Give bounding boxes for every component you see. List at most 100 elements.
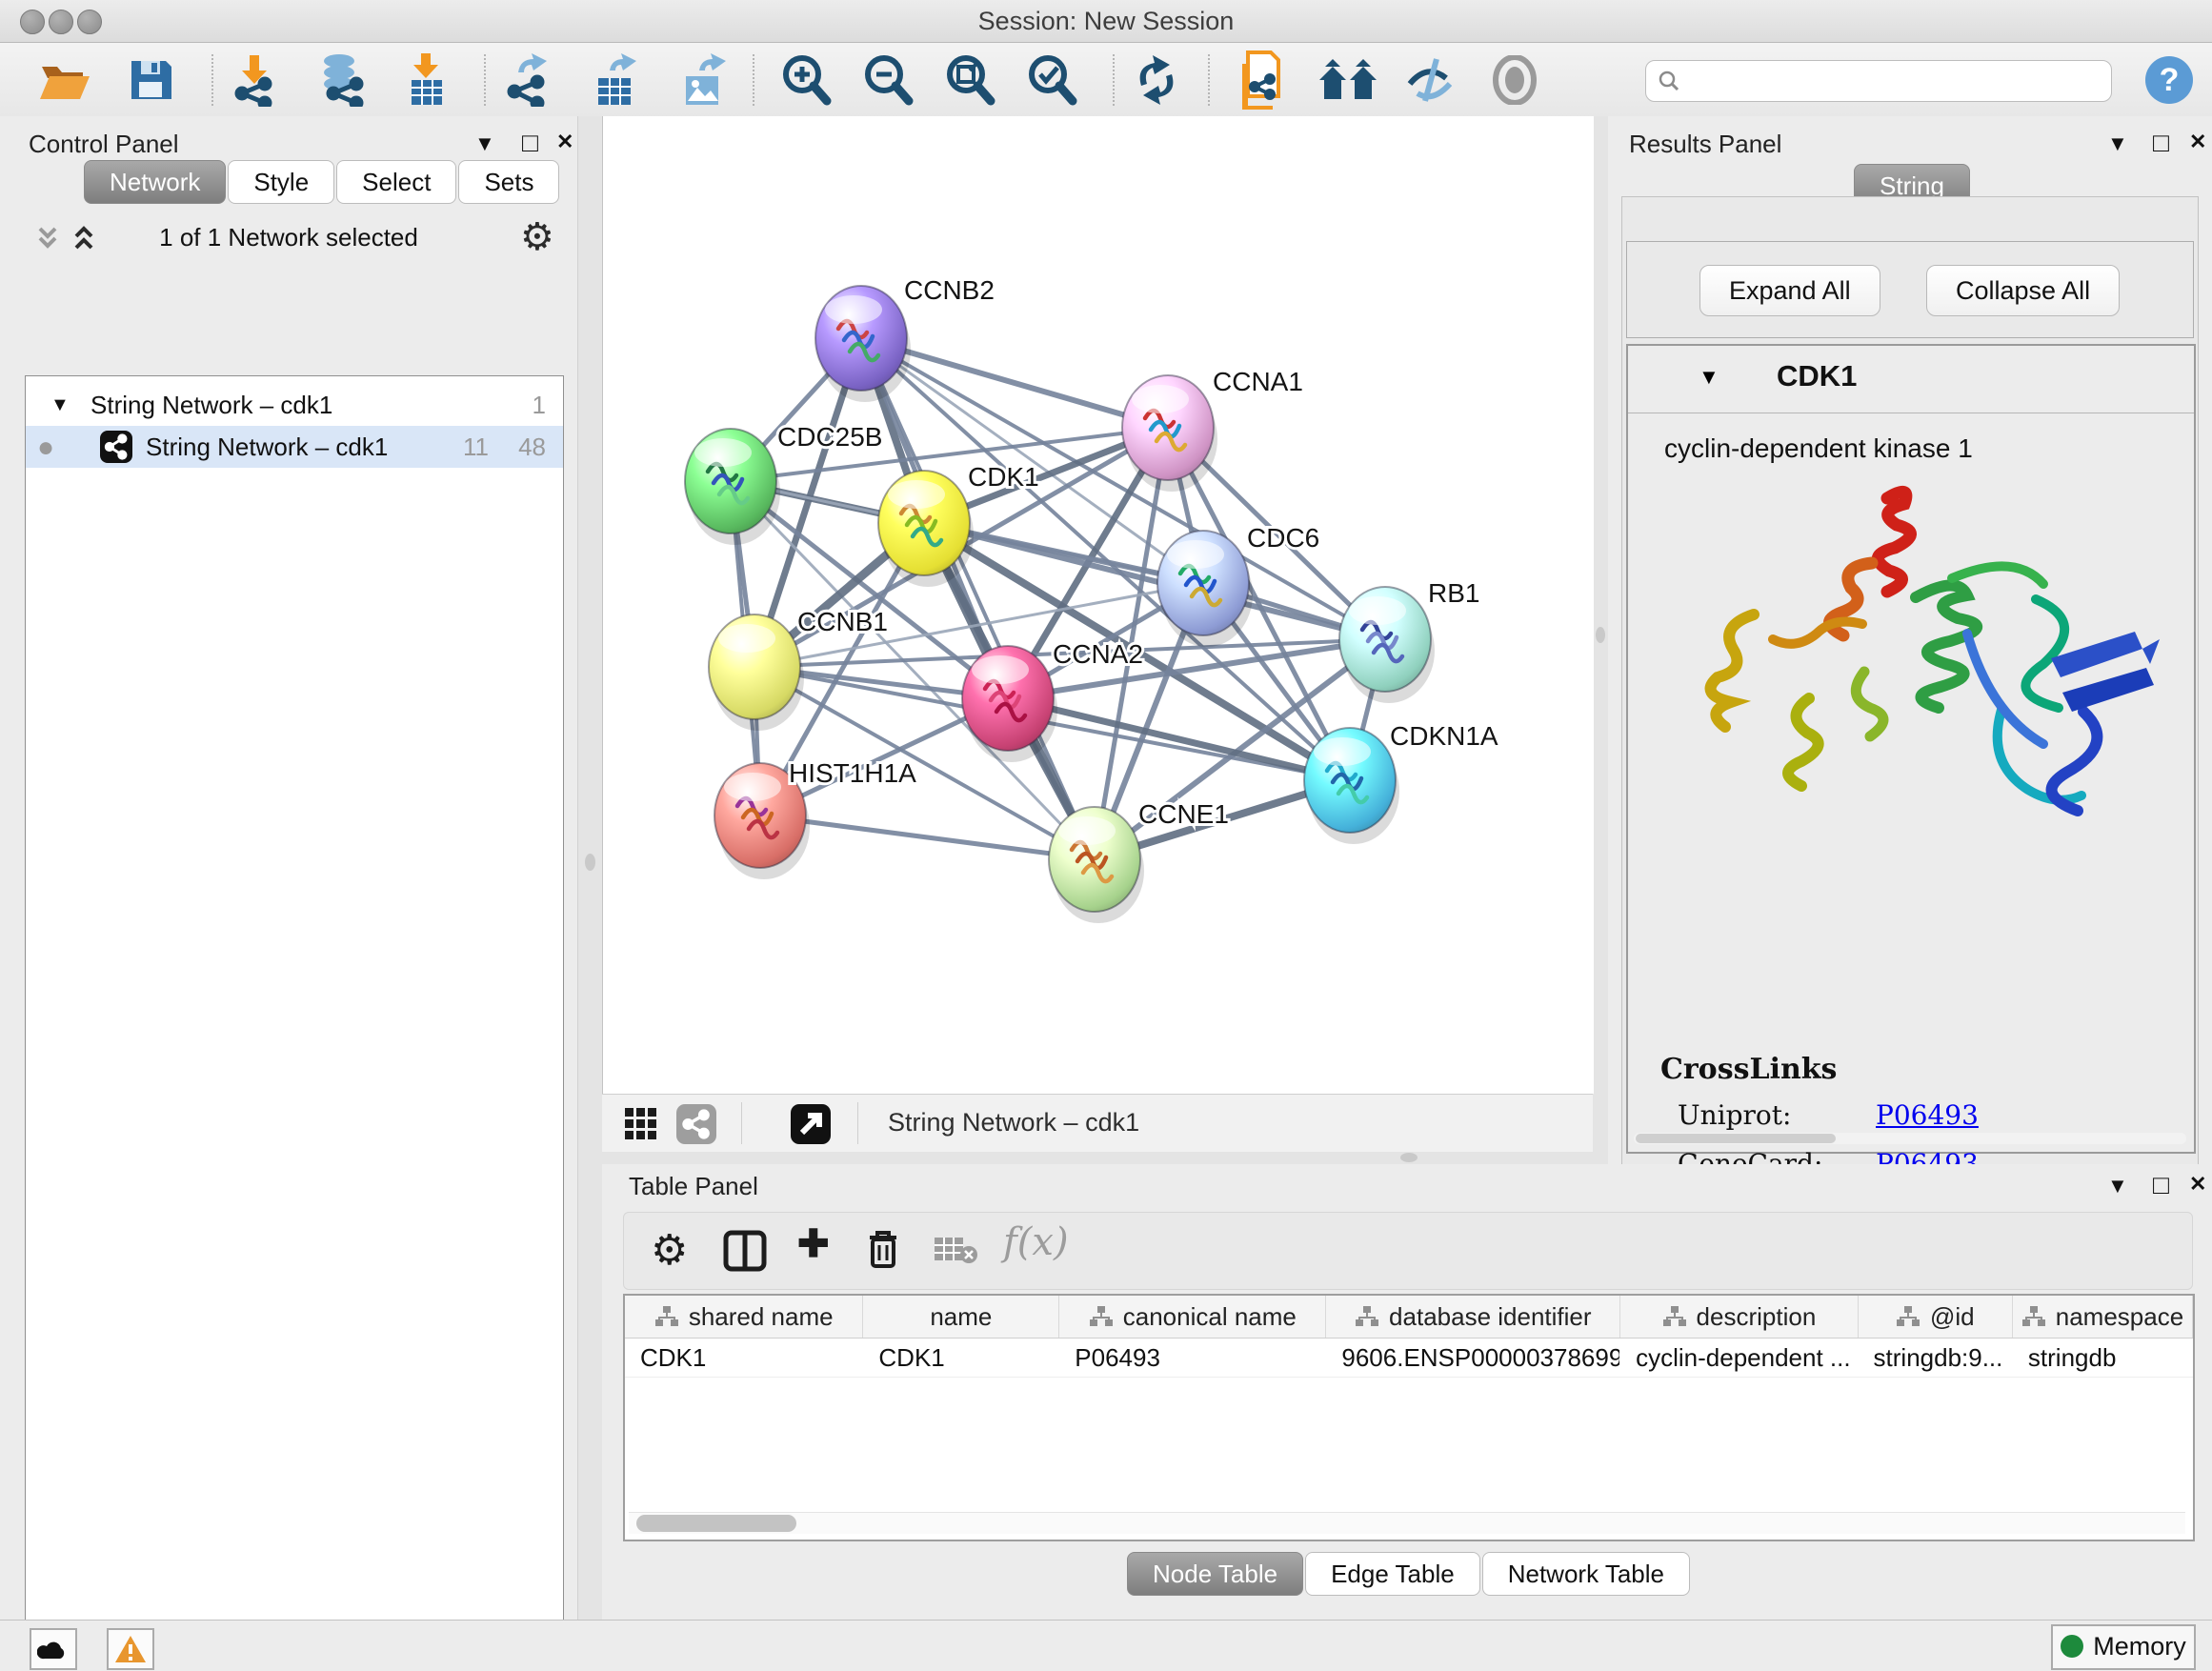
- column-header-description[interactable]: description: [1620, 1296, 1858, 1338]
- node-label-CCNE1: CCNE1: [1138, 799, 1229, 829]
- control-panel-tabs: NetworkStyleSelectSets: [84, 160, 561, 204]
- node-CCNB1[interactable]: [709, 614, 804, 731]
- search-input[interactable]: [1688, 63, 2101, 97]
- toolbar-separator: [741, 1102, 742, 1144]
- float-panel-icon[interactable]: □: [2153, 1170, 2169, 1200]
- splitter-handle[interactable]: [585, 854, 595, 871]
- close-panel-icon[interactable]: ✕: [2189, 130, 2206, 154]
- node-CCNB2[interactable]: [815, 286, 911, 402]
- open-session-icon[interactable]: [38, 57, 91, 103]
- export-image-icon[interactable]: [680, 53, 730, 107]
- tab-network[interactable]: Network: [84, 160, 226, 204]
- toolbar-separator: [857, 1102, 858, 1144]
- node-CCNE1[interactable]: [1049, 807, 1144, 923]
- table-cell[interactable]: stringdb: [2013, 1339, 2193, 1377]
- table-cell[interactable]: stringdb:9...: [1859, 1339, 2013, 1377]
- zoom-selected-icon[interactable]: [1025, 53, 1078, 107]
- splitter-handle[interactable]: [1596, 627, 1605, 643]
- status-bar: Memory: [0, 1620, 2212, 1671]
- tab-sets[interactable]: Sets: [458, 160, 559, 204]
- collapse-all-button[interactable]: Collapse All: [1926, 265, 2120, 316]
- float-panel-icon[interactable]: □: [2153, 128, 2169, 158]
- network-options-gear-icon[interactable]: ⚙: [520, 215, 554, 259]
- zoom-fit-icon[interactable]: [943, 53, 996, 107]
- column-header-shared-name[interactable]: shared name: [625, 1296, 863, 1338]
- edge-HIST1H1A-CCNE1[interactable]: [760, 815, 1095, 859]
- delete-column-icon[interactable]: [864, 1228, 902, 1272]
- memory-label: Memory: [2093, 1632, 2186, 1661]
- left-splitter[interactable]: [577, 116, 603, 1620]
- table-cell[interactable]: CDK1: [863, 1339, 1059, 1377]
- results-hscrollbar[interactable]: [1634, 1133, 2186, 1144]
- import-network-file-icon[interactable]: [229, 53, 278, 107]
- table-cell[interactable]: P06493: [1059, 1339, 1326, 1377]
- close-panel-icon[interactable]: ✕: [556, 130, 573, 154]
- node-CCNA2[interactable]: [962, 646, 1057, 762]
- network-row[interactable]: ● String Network – cdk1 11 48: [26, 426, 563, 468]
- table-cell[interactable]: cyclin-dependent ...: [1620, 1339, 1858, 1377]
- help-icon[interactable]: ?: [2143, 54, 2195, 106]
- zoom-in-icon[interactable]: [779, 53, 833, 107]
- node-CDC25B[interactable]: [685, 429, 780, 545]
- string-network-graph[interactable]: CCNB2CCNA1CDC25BCDK1CDC6RB1CCNB1CCNA2CDK…: [603, 116, 1594, 1094]
- eye-slash-icon[interactable]: [1404, 55, 1458, 105]
- table-hscrollbar[interactable]: [629, 1512, 2185, 1534]
- export-table-icon[interactable]: [593, 53, 642, 107]
- warnings-button[interactable]: [107, 1628, 154, 1670]
- tab-style[interactable]: Style: [228, 160, 334, 204]
- zoom-out-icon[interactable]: [861, 53, 915, 107]
- table-row[interactable]: CDK1CDK1P064939606.ENSP00000378699cyclin…: [625, 1339, 2193, 1378]
- crosslink-link[interactable]: P06493: [1876, 1099, 1979, 1131]
- tab-network-table[interactable]: Network Table: [1482, 1552, 1690, 1596]
- save-session-icon[interactable]: [128, 57, 173, 103]
- panel-menu-icon[interactable]: ▼: [2107, 1174, 2128, 1198]
- float-panel-icon[interactable]: □: [522, 128, 538, 158]
- tab-select[interactable]: Select: [336, 160, 456, 204]
- show-columns-icon[interactable]: [723, 1230, 767, 1272]
- column-header-canonical-name[interactable]: canonical name: [1059, 1296, 1326, 1338]
- node-CDKN1A[interactable]: [1304, 728, 1399, 844]
- open-in-window-icon[interactable]: [791, 1104, 831, 1144]
- protein-section-header[interactable]: ▼ CDK1: [1628, 346, 2194, 413]
- collection-expand-icon[interactable]: ▼: [50, 384, 70, 426]
- import-table-file-icon[interactable]: [406, 53, 448, 107]
- network-canvas[interactable]: CCNB2CCNA1CDC25BCDK1CDC6RB1CCNB1CCNA2CDK…: [602, 116, 1594, 1094]
- tab-node-table[interactable]: Node Table: [1127, 1552, 1303, 1596]
- share-view-icon[interactable]: [676, 1104, 716, 1144]
- close-panel-icon[interactable]: ✕: [2189, 1172, 2206, 1197]
- node-label-CCNB2: CCNB2: [904, 275, 995, 305]
- splitter-handle[interactable]: [1400, 1153, 1418, 1162]
- import-network-database-icon[interactable]: [314, 53, 368, 107]
- table-cell[interactable]: 9606.ENSP00000378699: [1326, 1339, 1620, 1377]
- memory-button[interactable]: Memory: [2051, 1624, 2196, 1670]
- clone-network-icon[interactable]: [1238, 50, 1288, 110]
- eye-icon[interactable]: [1490, 55, 1539, 105]
- cloud-button[interactable]: [30, 1628, 77, 1670]
- column-header-database-identifier[interactable]: database identifier: [1326, 1296, 1620, 1338]
- column-header--id[interactable]: @id: [1859, 1296, 2013, 1338]
- node-RB1[interactable]: [1339, 587, 1435, 703]
- network-collection-row[interactable]: ▼ String Network – cdk1 1: [26, 384, 563, 426]
- table-cell[interactable]: CDK1: [625, 1339, 863, 1377]
- scrollbar-thumb[interactable]: [1636, 1134, 1836, 1143]
- panel-menu-icon[interactable]: ▼: [474, 131, 495, 156]
- tab-edge-table[interactable]: Edge Table: [1305, 1552, 1480, 1596]
- grid-view-icon[interactable]: [623, 1106, 659, 1142]
- apply-layout-icon[interactable]: [1132, 53, 1181, 107]
- section-expand-icon[interactable]: ▼: [1699, 365, 1719, 390]
- node-CDC6[interactable]: [1157, 531, 1253, 647]
- right-splitter[interactable]: [1593, 116, 1608, 1151]
- node-CDK1[interactable]: [878, 471, 974, 587]
- home-networks-icon[interactable]: [1317, 57, 1380, 103]
- expand-all-button[interactable]: Expand All: [1699, 265, 1880, 316]
- node-table[interactable]: shared namenamecanonical namedatabase id…: [623, 1294, 2195, 1541]
- scrollbar-thumb[interactable]: [636, 1515, 796, 1532]
- node-CCNA1[interactable]: [1122, 375, 1217, 492]
- column-header-namespace[interactable]: namespace: [2013, 1296, 2193, 1338]
- results-panel-title: Results Panel: [1629, 130, 1781, 159]
- column-header-name[interactable]: name: [863, 1296, 1059, 1338]
- table-options-gear-icon[interactable]: ⚙: [651, 1226, 688, 1275]
- panel-menu-icon[interactable]: ▼: [2107, 131, 2128, 156]
- create-column-icon[interactable]: ✚: [797, 1222, 830, 1266]
- export-network-icon[interactable]: [505, 53, 554, 107]
